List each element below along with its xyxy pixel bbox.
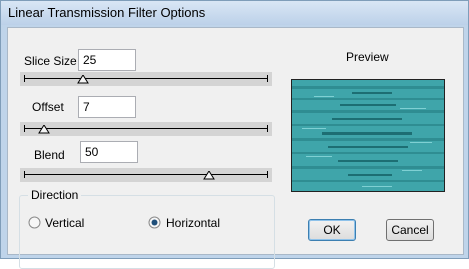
direction-legend: Direction — [28, 188, 82, 202]
offset-label: Offset — [32, 100, 64, 114]
slice-size-slider-thumb[interactable] — [76, 75, 89, 84]
offset-slider-thumb[interactable] — [37, 125, 50, 134]
slice-size-input[interactable]: 25 — [78, 49, 136, 71]
dialog-client-area: Slice Size 25 Offset 7 Blend 50 Directio… — [7, 27, 464, 269]
vertical-radio-label[interactable]: Vertical — [45, 216, 84, 230]
blend-label: Blend — [34, 148, 65, 162]
window-title: Linear Transmission Filter Options — [8, 5, 206, 20]
slice-size-slider[interactable] — [20, 72, 272, 86]
preview-pattern — [292, 80, 444, 191]
offset-input[interactable]: 7 — [78, 96, 136, 118]
blend-slider[interactable] — [20, 168, 272, 182]
direction-group: Direction Vertical Horizontal — [19, 188, 275, 269]
title-bar[interactable]: Linear Transmission Filter Options — [1, 1, 468, 25]
horizontal-radio-label[interactable]: Horizontal — [166, 216, 220, 230]
cancel-button[interactable]: Cancel — [386, 219, 434, 241]
dialog-window: Linear Transmission Filter Options Slice… — [0, 0, 469, 269]
horizontal-radio[interactable] — [148, 216, 161, 229]
preview-image — [291, 79, 445, 192]
preview-label: Preview — [346, 50, 389, 64]
slice-size-label: Slice Size — [24, 54, 77, 68]
vertical-radio[interactable] — [28, 216, 41, 229]
ok-button[interactable]: OK — [308, 219, 356, 241]
offset-slider[interactable] — [20, 122, 272, 136]
blend-input[interactable]: 50 — [80, 141, 138, 163]
blend-slider-thumb[interactable] — [203, 171, 216, 180]
